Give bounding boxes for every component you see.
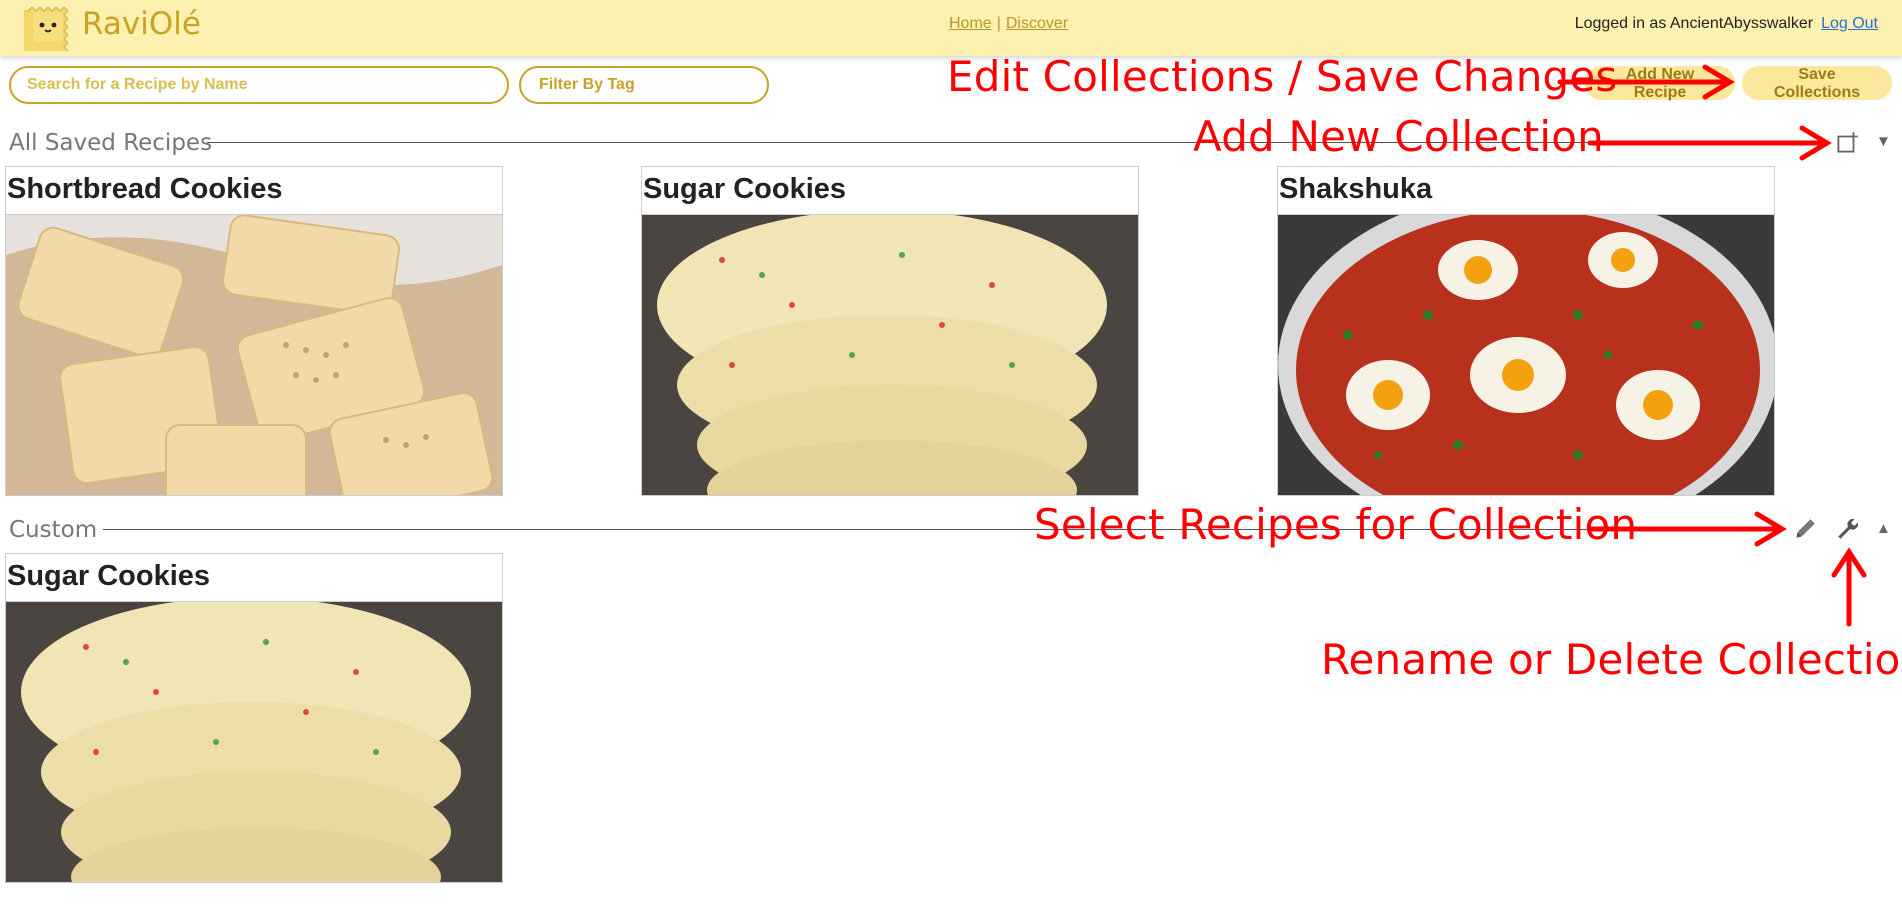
- pencil-icon[interactable]: [1792, 516, 1818, 542]
- section-title-custom: Custom: [9, 517, 98, 543]
- annotation-select-recipes: Select Recipes for Collection: [1034, 500, 1638, 549]
- nav-separator: |: [996, 15, 1001, 32]
- section-title-all-saved: All Saved Recipes: [9, 130, 213, 156]
- nav-discover-link[interactable]: Discover: [1006, 15, 1068, 32]
- recipe-card[interactable]: Shakshuka: [1277, 166, 1775, 496]
- collapse-toggle-icon[interactable]: ▼: [1876, 133, 1891, 150]
- sugar-cookies-image: [642, 215, 1138, 495]
- main-nav: Home | Discover: [949, 15, 1068, 33]
- recipe-search-input[interactable]: [9, 66, 509, 104]
- sugar-cookies-image: [6, 602, 502, 882]
- recipe-card[interactable]: Sugar Cookies: [641, 166, 1139, 496]
- recipe-card-title: Shortbread Cookies: [6, 167, 502, 215]
- recipe-card[interactable]: Shortbread Cookies: [5, 166, 503, 496]
- logout-link[interactable]: Log Out: [1821, 15, 1878, 32]
- ravioli-logo[interactable]: [24, 3, 72, 51]
- save-collections-button[interactable]: Save Collections: [1742, 66, 1892, 101]
- shortbread-cookies-image: [6, 215, 502, 495]
- recipe-card-title: Shakshuka: [1278, 167, 1774, 215]
- annotation-rename-delete: Rename or Delete Collection: [1321, 635, 1902, 684]
- brand-name: RaviOlé: [82, 6, 201, 42]
- annotation-add-collection: Add New Collection: [1193, 112, 1604, 161]
- logged-in-text: Logged in as AncientAbysswalker: [1574, 15, 1814, 32]
- add-collection-icon[interactable]: [1834, 130, 1860, 156]
- user-status: Logged in as AncientAbysswalker Log Out: [1575, 15, 1878, 33]
- recipe-card-title: Sugar Cookies: [642, 167, 1138, 215]
- tag-filter-input[interactable]: [519, 66, 769, 104]
- top-bar: RaviOlé Home | Discover Logged in as Ancie…: [0, 0, 1902, 56]
- recipe-card[interactable]: Sugar Cookies: [5, 553, 503, 883]
- shakshuka-image: [1278, 215, 1774, 495]
- wrench-icon[interactable]: [1835, 516, 1861, 542]
- nav-home-link[interactable]: Home: [949, 15, 992, 32]
- expand-toggle-icon[interactable]: ▲: [1876, 520, 1891, 537]
- annotation-edit-save: Edit Collections / Save Changes: [947, 52, 1618, 101]
- recipe-card-title: Sugar Cookies: [6, 554, 502, 602]
